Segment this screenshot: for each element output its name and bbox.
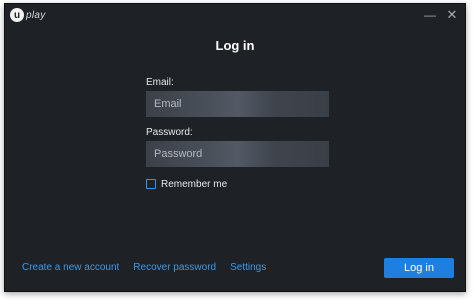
create-account-link[interactable]: Create a new account bbox=[22, 262, 119, 273]
password-field[interactable] bbox=[146, 141, 329, 167]
page-title: Log in bbox=[215, 38, 255, 53]
uplay-logo-icon: u bbox=[10, 8, 24, 22]
close-icon[interactable]: ✕ bbox=[443, 6, 461, 24]
remember-me-checkbox[interactable] bbox=[146, 179, 156, 189]
email-field[interactable] bbox=[146, 91, 329, 117]
login-window: u play — ✕ Log in Email: Password: Remem… bbox=[4, 3, 466, 292]
footer-links: Create a new account Recover password Se… bbox=[22, 262, 266, 273]
remember-me-row[interactable]: Remember me bbox=[146, 177, 329, 191]
email-label: Email: bbox=[146, 77, 174, 88]
uplay-logo: u play bbox=[10, 7, 46, 23]
recover-password-link[interactable]: Recover password bbox=[133, 262, 216, 273]
title-bar[interactable]: u play — ✕ bbox=[5, 4, 465, 26]
password-label: Password: bbox=[146, 127, 193, 138]
login-form: Email: Password: Remember me bbox=[146, 76, 329, 191]
remember-me-label[interactable]: Remember me bbox=[161, 179, 227, 190]
settings-link[interactable]: Settings bbox=[230, 262, 266, 273]
minimize-icon[interactable]: — bbox=[421, 6, 439, 24]
logo-text: play bbox=[26, 9, 46, 21]
login-button[interactable]: Log in bbox=[384, 258, 454, 278]
